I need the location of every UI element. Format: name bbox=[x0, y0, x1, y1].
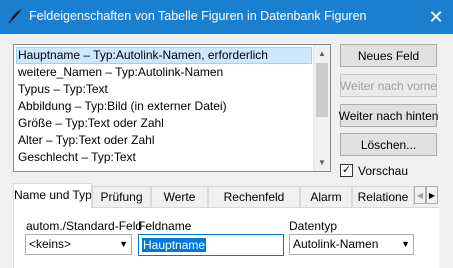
field-list[interactable]: Hauptname – Typ:Autolink-Namen, erforder… bbox=[13, 44, 331, 172]
fieldname-value: Hauptname bbox=[142, 238, 207, 252]
field-list-item[interactable]: Geschlecht – Typ:Text bbox=[16, 149, 312, 166]
tab-name-und-typ[interactable]: Name und Typ bbox=[13, 183, 92, 208]
field-list-item[interactable]: Hauptname – Typ:Autolink-Namen, erforder… bbox=[16, 47, 312, 64]
default-field-value: <keins> bbox=[29, 237, 72, 251]
field-list-item[interactable]: Abbildung – Typ:Bild (in externer Datei) bbox=[16, 98, 312, 115]
scroll-up-arrow-icon[interactable]: ▲ bbox=[314, 45, 330, 62]
tab-strip: Name und Typ Prüfung Werte Rechenfeld Al… bbox=[13, 183, 439, 208]
window-title: Feldeigenschaften von Tabelle Figuren in… bbox=[29, 9, 367, 23]
chevron-down-icon: ▼ bbox=[119, 239, 128, 249]
field-list-item[interactable]: Typus – Typ:Text bbox=[16, 81, 312, 98]
fieldname-label: Feldname bbox=[138, 219, 192, 233]
tab-relationen[interactable]: Relatione bbox=[352, 186, 414, 207]
scrollbar-thumb[interactable] bbox=[316, 63, 328, 117]
preview-checkbox[interactable]: ✓ bbox=[340, 164, 353, 177]
scroll-down-arrow-icon[interactable]: ▼ bbox=[314, 154, 330, 171]
move-up-button[interactable]: Weiter nach vorne bbox=[340, 74, 437, 97]
datatype-value: Autolink-Namen bbox=[293, 237, 379, 251]
tab-scroll-left-icon[interactable]: ◀ bbox=[414, 186, 426, 204]
tab-scroll-right-icon[interactable]: ▶ bbox=[426, 186, 438, 204]
default-field-select[interactable]: <keins> ▼ bbox=[25, 234, 132, 255]
field-list-item[interactable]: Alter – Typ:Text oder Zahl bbox=[16, 132, 312, 149]
close-icon: ✕ bbox=[428, 6, 444, 27]
title-bar: Feldeigenschaften von Tabelle Figuren in… bbox=[0, 0, 453, 34]
field-list-item[interactable]: weitere_Namen – Typ:Autolink-Namen bbox=[16, 64, 312, 81]
chevron-down-icon: ▼ bbox=[401, 239, 410, 249]
fieldname-input[interactable]: Hauptname bbox=[138, 234, 284, 256]
tab-werte[interactable]: Werte bbox=[151, 186, 208, 207]
field-list-item[interactable]: Größe – Typ:Text oder Zahl bbox=[16, 115, 312, 132]
tab-pruefung[interactable]: Prüfung bbox=[92, 186, 151, 207]
tab-rechenfeld[interactable]: Rechenfeld bbox=[208, 186, 300, 207]
default-field-label: autom./Standard-Feld bbox=[26, 219, 143, 233]
app-feather-icon bbox=[8, 9, 22, 24]
datatype-select[interactable]: Autolink-Namen ▼ bbox=[289, 234, 414, 255]
field-list-scrollbar[interactable]: ▲ ▼ bbox=[313, 45, 330, 171]
datatype-label: Datentyp bbox=[289, 219, 338, 233]
move-down-button[interactable]: Weiter nach hinten bbox=[339, 104, 438, 127]
tab-alarm[interactable]: Alarm bbox=[300, 186, 352, 207]
new-field-button[interactable]: Neues Feld bbox=[340, 44, 437, 67]
delete-button[interactable]: Löschen... bbox=[340, 133, 437, 156]
preview-label: Vorschau bbox=[358, 164, 409, 178]
close-window-button[interactable]: ✕ bbox=[419, 0, 453, 34]
